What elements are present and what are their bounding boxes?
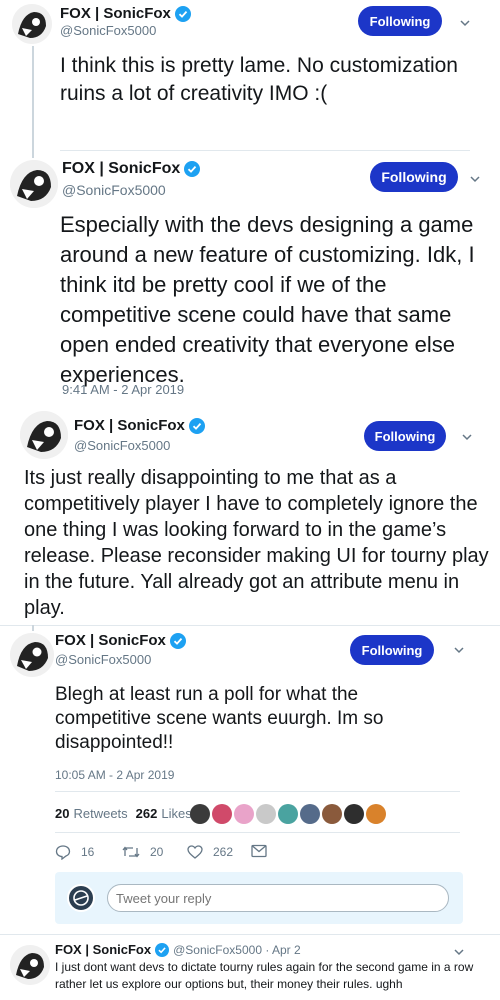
liker-avatar[interactable] [212, 804, 232, 824]
following-button[interactable]: Following [364, 421, 446, 451]
thread-line [32, 625, 34, 631]
author-handle[interactable]: @SonicFox5000 [74, 438, 170, 453]
avatar[interactable] [12, 4, 52, 44]
reply-composer [55, 872, 463, 924]
reply-text: I just dont want devs to dictate tourny … [55, 960, 474, 991]
direct-message-action[interactable] [251, 844, 277, 858]
tweet-text: Its just really disappointing to me that… [24, 467, 489, 619]
divider [0, 934, 500, 935]
following-button[interactable]: Following [350, 635, 434, 665]
verified-badge-icon [184, 161, 201, 177]
author-name[interactable]: FOX | SonicFox [60, 5, 171, 22]
thread-line [32, 46, 34, 150]
like-action[interactable]: 262 [187, 844, 233, 860]
verified-badge-icon [188, 417, 205, 434]
tweet-timestamp[interactable]: 10:05 AM - 2 Apr 2019 [55, 768, 174, 782]
liker-avatar[interactable] [322, 804, 342, 824]
liker-avatar[interactable] [256, 804, 276, 824]
author-name[interactable]: FOX | SonicFox [62, 160, 180, 178]
current-user-avatar[interactable] [67, 884, 95, 912]
following-button[interactable]: Following [358, 6, 442, 36]
reply-input[interactable] [107, 884, 449, 912]
thread-line [32, 150, 34, 158]
tweet-panel-2: FOX | SonicFox @SonicFox5000 Following E… [0, 150, 500, 405]
reply-handle-date[interactable]: @SonicFox5000 · Apr 2 [173, 943, 301, 957]
verified-badge-icon [174, 5, 191, 22]
liker-avatar[interactable] [234, 804, 254, 824]
tweet-text: Especially with the devs designing a gam… [60, 212, 475, 387]
retweet-icon [122, 846, 140, 858]
liker-avatar[interactable] [344, 804, 364, 824]
chevron-down-icon[interactable] [468, 172, 482, 186]
author-handle[interactable]: @SonicFox5000 [62, 182, 166, 198]
reply-header: FOX | SonicFox @SonicFox5000 · Apr 2 [55, 942, 301, 957]
divider [60, 150, 470, 151]
reply-icon [55, 845, 71, 860]
liker-avatars [190, 804, 386, 824]
retweets-count: 20 [55, 806, 70, 821]
likes-count: 262 [135, 806, 158, 821]
tweet-text: Blegh at least run a poll for what the c… [55, 684, 384, 753]
heart-icon [187, 845, 203, 859]
engagement-stats: 20 Retweets 262 Likes [55, 806, 192, 821]
retweet-count: 20 [150, 845, 164, 859]
divider [55, 832, 460, 833]
author-name-row[interactable]: FOX | SonicFox [62, 160, 201, 178]
avatar[interactable] [10, 945, 50, 985]
author-handle[interactable]: @SonicFox5000 [55, 652, 151, 667]
divider [55, 791, 460, 792]
author-handle[interactable]: @SonicFox5000 [60, 23, 156, 38]
liker-avatar[interactable] [366, 804, 386, 824]
likes-label: Likes [161, 806, 192, 821]
tweet-panel-1: FOX | SonicFox @SonicFox5000 Following I… [0, 0, 500, 150]
reply-count: 16 [81, 845, 95, 859]
liker-avatar[interactable] [300, 804, 320, 824]
author-name[interactable]: FOX | SonicFox [74, 417, 185, 434]
liker-avatar[interactable] [278, 804, 298, 824]
author-name-row[interactable]: FOX | SonicFox [60, 5, 191, 22]
likes-stat[interactable]: 262 Likes [136, 806, 192, 821]
like-count: 262 [213, 845, 234, 859]
envelope-icon [251, 844, 267, 858]
verified-badge-icon [155, 942, 170, 957]
divider [0, 625, 500, 626]
retweets-stat[interactable]: 20 Retweets [55, 806, 128, 821]
avatar[interactable] [10, 160, 58, 208]
tweet-panel-4: FOX | SonicFox @SonicFox5000 Following B… [0, 625, 500, 1000]
tweet-text: I think this is pretty lame. No customiz… [60, 54, 458, 105]
avatar[interactable] [20, 411, 68, 459]
chevron-down-icon[interactable] [452, 643, 466, 657]
chevron-down-icon[interactable] [452, 945, 466, 959]
tweet-panel-3: FOX | SonicFox @SonicFox5000 Following I… [0, 405, 500, 625]
author-name-row[interactable]: FOX | SonicFox [55, 632, 186, 649]
chevron-down-icon[interactable] [460, 430, 474, 444]
verified-badge-icon [169, 632, 186, 649]
avatar[interactable] [10, 633, 54, 677]
retweets-label: Retweets [73, 806, 128, 821]
author-name-row[interactable]: FOX | SonicFox [74, 417, 205, 434]
reply-action[interactable]: 16 [55, 844, 94, 860]
chevron-down-icon[interactable] [458, 16, 472, 30]
following-button[interactable]: Following [370, 162, 458, 192]
reply-author-name[interactable]: FOX | SonicFox [55, 942, 151, 957]
tweet-timestamp[interactable]: 9:41 AM - 2 Apr 2019 [62, 382, 184, 397]
author-name[interactable]: FOX | SonicFox [55, 632, 166, 649]
liker-avatar[interactable] [190, 804, 210, 824]
retweet-action[interactable]: 20 [122, 844, 163, 860]
